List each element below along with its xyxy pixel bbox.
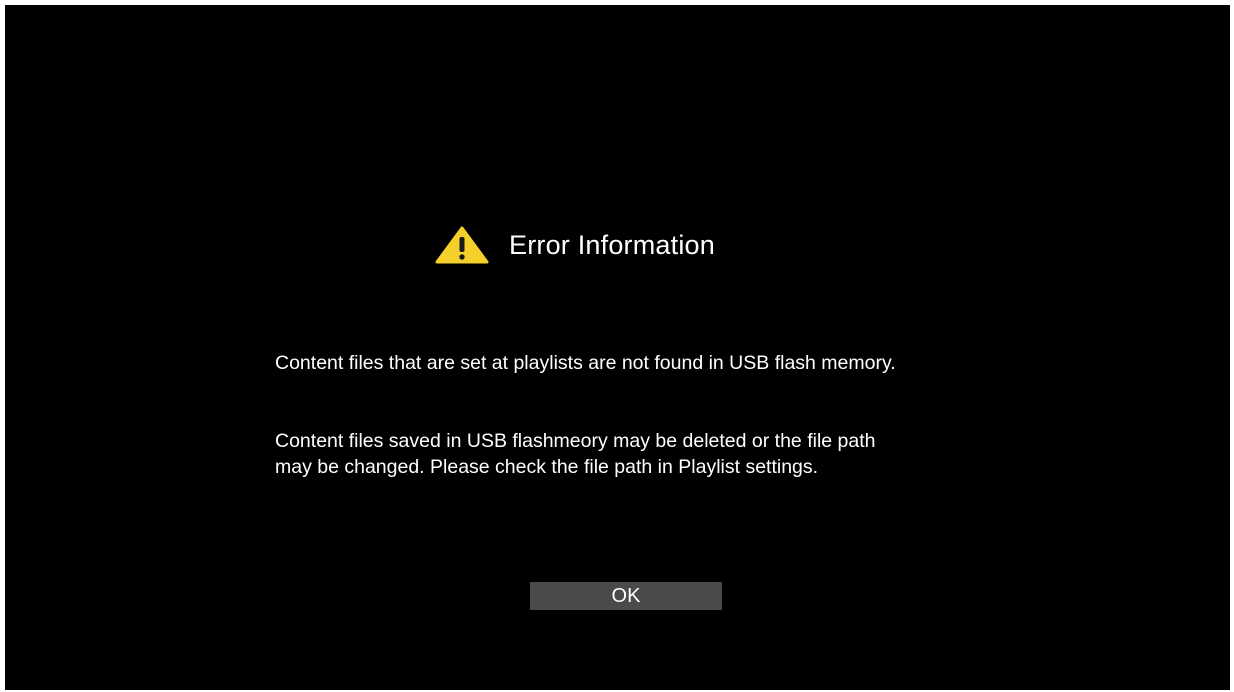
dialog-title: Error Information (509, 229, 715, 260)
error-message-detail-line1: Content files saved in USB flashmeory ma… (275, 430, 876, 452)
warning-icon (435, 226, 489, 264)
ok-button[interactable]: OK (530, 582, 722, 610)
error-screen: Error Information Content files that are… (5, 5, 1230, 690)
error-message-primary: Content files that are set at playlists … (275, 352, 896, 374)
error-message-detail-line2: may be changed. Please check the file pa… (275, 456, 819, 478)
dialog-header: Error Information (435, 223, 715, 267)
